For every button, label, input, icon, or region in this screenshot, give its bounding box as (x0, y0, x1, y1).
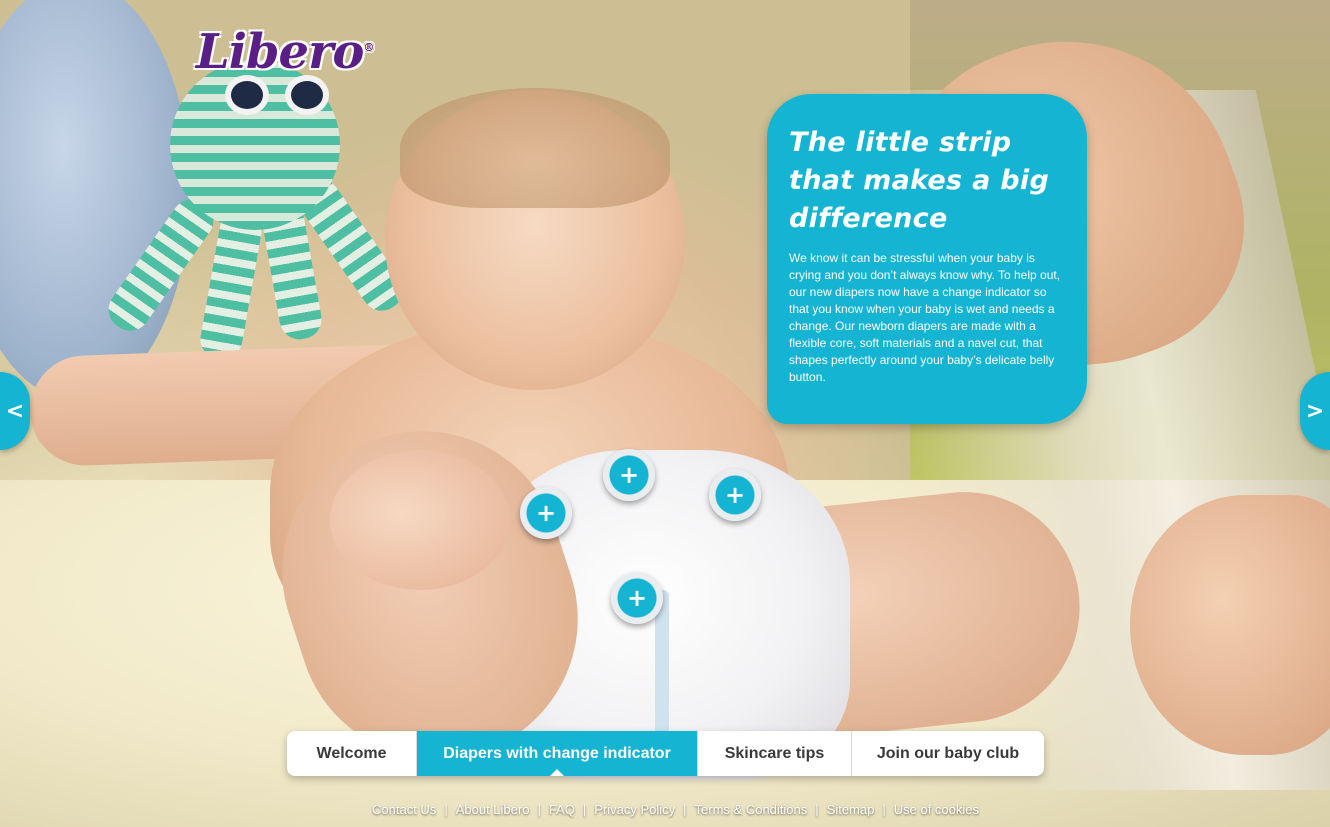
hero-photo (0, 0, 1330, 827)
footer-separator: | (683, 802, 687, 817)
hotspot-button[interactable]: + (603, 449, 655, 501)
footer-separator: | (815, 802, 819, 817)
footer-separator: | (537, 802, 541, 817)
tab-skincare-tips[interactable]: Skincare tips (698, 731, 852, 776)
footer-link-about-libero[interactable]: About Libero (456, 802, 530, 817)
baby-hair (400, 88, 670, 208)
tab-diapers-with-change-indicator[interactable]: Diapers with change indicator (417, 731, 698, 776)
footer-link-contact-us[interactable]: Contact Us (372, 802, 436, 817)
info-card: The little strip that makes a big differ… (767, 94, 1087, 424)
footer-separator: | (582, 802, 587, 817)
octopus-toy-eye (225, 75, 269, 115)
chevron-left-icon: < (5, 398, 25, 424)
plus-icon: + (626, 584, 648, 612)
baby-foot (330, 450, 510, 590)
tab-join-baby-club[interactable]: Join our baby club (852, 731, 1044, 776)
plus-icon: + (535, 499, 557, 527)
octopus-toy-eye (285, 75, 329, 115)
chevron-right-icon: > (1305, 398, 1325, 424)
logo-text: Libero (196, 24, 364, 80)
registered-mark: ® (363, 41, 374, 54)
hotspot-button[interactable]: + (709, 469, 761, 521)
section-tabs: Welcome Diapers with change indicator Sk… (287, 731, 1044, 776)
footer-separator: | (444, 802, 448, 817)
hotspot-button[interactable]: + (520, 487, 572, 539)
plus-icon: + (618, 461, 640, 489)
info-card-title: The little strip that makes a big differ… (789, 127, 1050, 234)
hotspot-button[interactable]: + (611, 572, 663, 624)
footer-links: Contact Us | About Libero | FAQ | Privac… (372, 802, 979, 817)
footer-link-privacy-policy[interactable]: Privacy Policy (594, 802, 675, 817)
libero-logo[interactable]: Libero® (196, 24, 374, 80)
footer-link-sitemap[interactable]: Sitemap (827, 802, 875, 817)
plush-toy-blue (0, 0, 190, 400)
footer-link-terms-conditions[interactable]: Terms & Conditions (695, 802, 808, 817)
footer-link-use-of-cookies[interactable]: Use of cookies (894, 802, 979, 817)
info-card-body: We know it can be stressful when your ba… (789, 251, 1061, 384)
tab-welcome[interactable]: Welcome (287, 731, 417, 776)
plus-icon: + (724, 481, 746, 509)
footer-link-faq[interactable]: FAQ (549, 802, 575, 817)
footer-separator: | (882, 802, 886, 817)
